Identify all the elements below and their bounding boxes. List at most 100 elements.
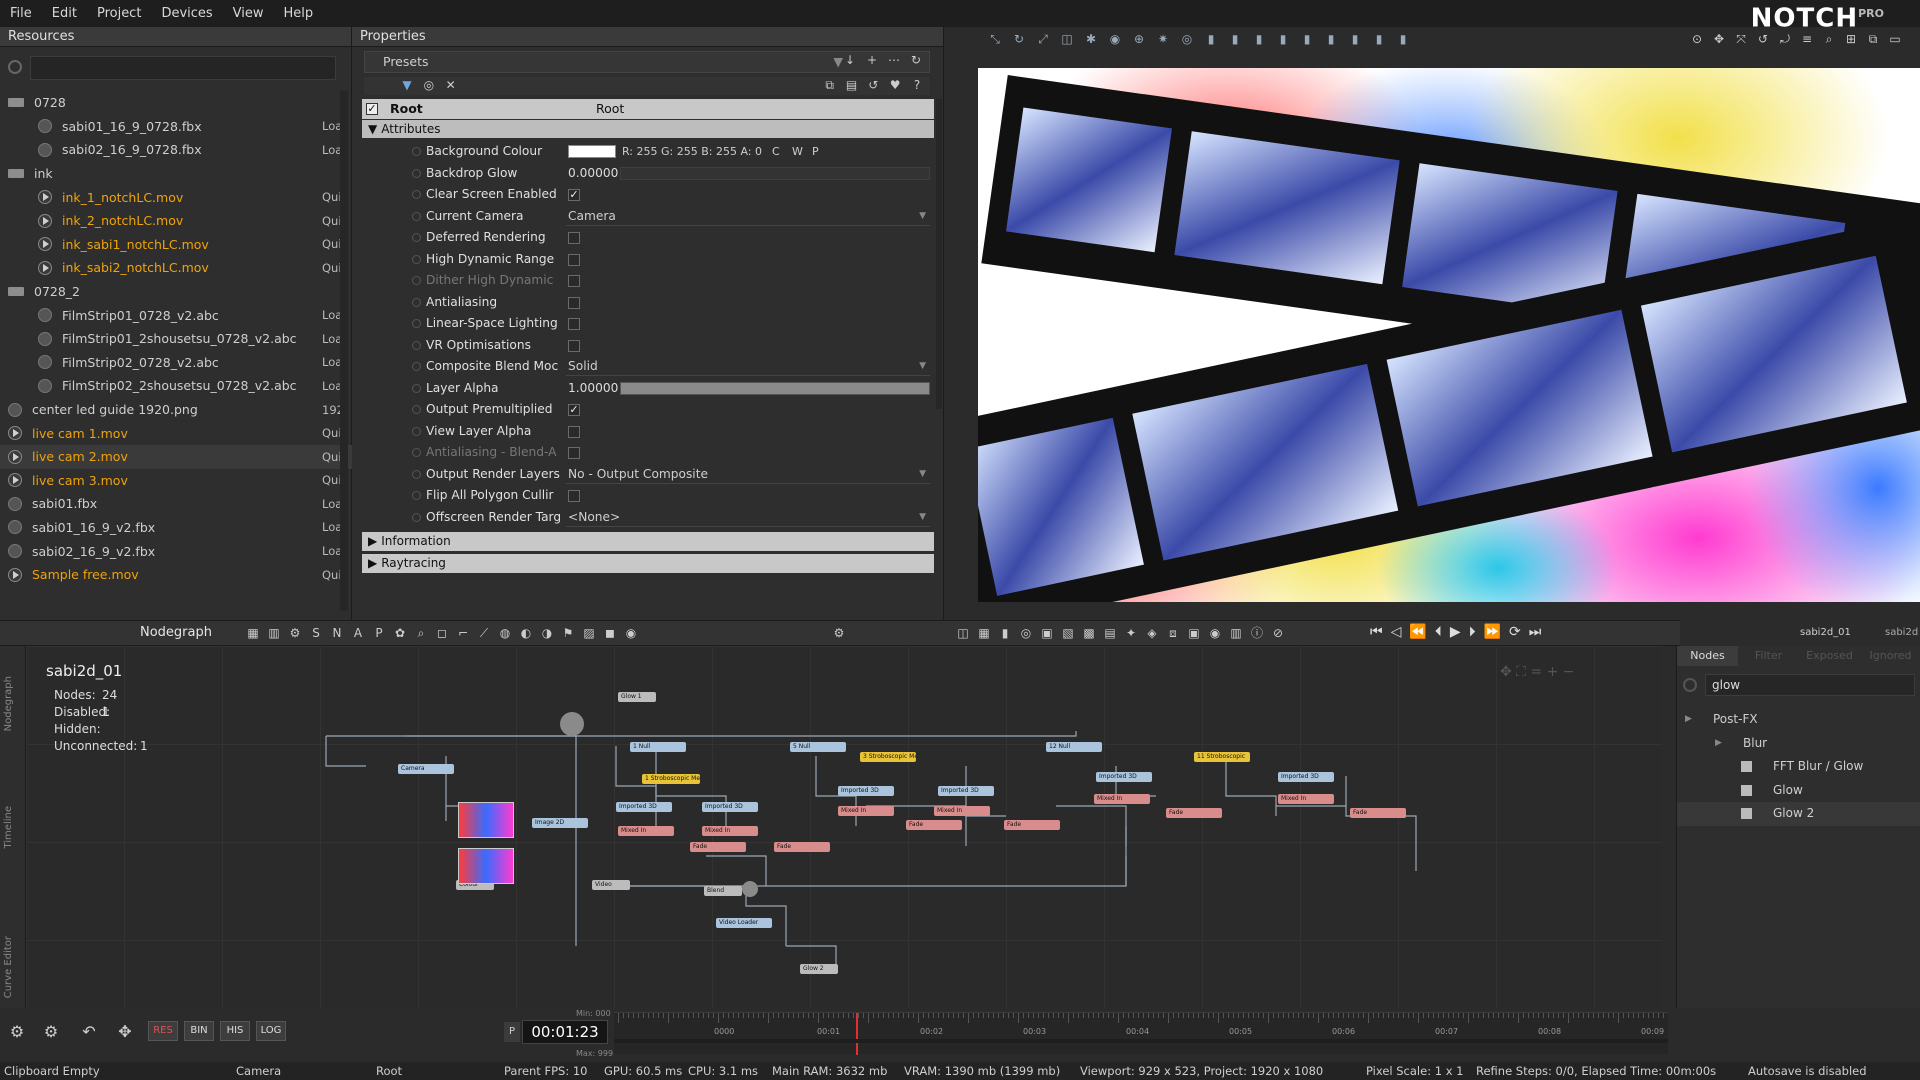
property-checkbox[interactable] [568, 425, 580, 438]
nodegraph-canvas[interactable]: sabi2d_01 Nodes: 24 Disabled: 1 Hidden: Uncon… [26, 646, 1662, 1008]
property-slider-track[interactable] [620, 381, 930, 395]
resource-item[interactable]: FilmStrip01_2shousetsu_0728_v2.abc Loa [0, 327, 352, 351]
keyframe-dot-icon[interactable] [412, 383, 421, 393]
property-dropdown[interactable]: Solid ▼ [566, 358, 930, 376]
render-tool-icon[interactable]: ▦ [975, 625, 993, 641]
viewport-tool-icon[interactable]: ▮ [1250, 31, 1268, 47]
nodegraph-tool-icon[interactable]: ◐ [517, 625, 535, 641]
resource-item[interactable]: sabi01_16_9_0728.fbx Loa [0, 115, 352, 139]
node-g2[interactable]: Video [592, 880, 630, 890]
viewport-tool-icon[interactable]: ◫ [1058, 31, 1076, 47]
resource-item[interactable]: ink_1_notchLC.mov Qui [0, 185, 352, 209]
viewport-tool-icon[interactable]: ◎ [1178, 31, 1196, 47]
keyframe-dot-icon[interactable] [412, 491, 421, 500]
keyframe-dot-icon[interactable] [412, 405, 421, 414]
nodegraph-tool-icon[interactable]: S [307, 625, 325, 641]
node-p6[interactable]: Mixed In [934, 806, 990, 816]
node-y2[interactable]: 3 Stroboscopic Med [860, 752, 916, 762]
property-checkbox[interactable]: ✓ [568, 404, 580, 416]
camera-tool-icon[interactable]: ↺ [1754, 31, 1772, 47]
property-number-field[interactable]: 1.00000 [568, 378, 618, 399]
property-slider-track[interactable] [620, 166, 930, 180]
render-tool-icon[interactable]: ▧ [1059, 625, 1077, 641]
nodegraph-tool-icon[interactable]: ◻ [433, 625, 451, 641]
property-checkbox[interactable] [568, 296, 580, 309]
menu-file[interactable]: File [0, 0, 42, 27]
viewport-tool-icon[interactable]: ⊕ [1130, 31, 1148, 47]
nodegraph-tool-icon[interactable]: ▨ [580, 625, 598, 641]
render-tool-icon[interactable]: ◈ [1143, 625, 1161, 641]
property-checkbox[interactable] [568, 339, 580, 352]
nodegraph-tool-icon[interactable]: ◑ [538, 625, 556, 641]
camera-tool-icon[interactable]: ⤧ [1732, 31, 1750, 47]
viewport-tool-icon[interactable]: ▮ [1202, 31, 1220, 47]
node-p12[interactable]: Fade [1350, 808, 1406, 818]
node-n2[interactable]: 5 Null [790, 742, 846, 752]
resource-item[interactable]: 0728_2 [0, 280, 352, 304]
camera-tool-icon[interactable]: ⊞ [1842, 31, 1860, 47]
nodegraph-tool-icon[interactable]: ▥ [265, 625, 283, 641]
nodes-tab-exposed[interactable]: Exposed [1799, 646, 1860, 666]
viewport-tool-icon[interactable]: ▮ [1346, 31, 1364, 47]
resource-item[interactable]: ink_2_notchLC.mov Qui [0, 209, 352, 233]
rewind-icon[interactable]: ⏪ [1409, 624, 1426, 640]
colour-swatch[interactable] [568, 145, 616, 158]
resources-scrollbar[interactable] [340, 91, 348, 611]
node-b4[interactable]: Imported 3D [938, 786, 994, 796]
property-checkbox[interactable] [568, 447, 580, 459]
resource-item[interactable]: sabi01_16_9_v2.fbx Loa [0, 516, 352, 540]
node-p9[interactable]: Mixed In [1094, 794, 1150, 804]
node-camera[interactable]: Camera [398, 764, 454, 774]
property-dropdown[interactable]: <None> ▼ [566, 509, 930, 527]
target-icon[interactable]: ◎ [420, 77, 438, 93]
play-icon[interactable]: ▶ [1450, 624, 1461, 640]
undo-icon[interactable]: ↶ [80, 1024, 98, 1040]
resource-item[interactable]: sabi01.fbx Loa [0, 492, 352, 516]
menu-view[interactable]: View [223, 0, 274, 27]
keyframe-dot-icon[interactable] [412, 426, 421, 436]
keyframe-dot-icon[interactable] [412, 211, 421, 221]
nodes-tree-item[interactable]: FFT Blur / Glow [1677, 755, 1920, 779]
colour-mode-button[interactable]: C [772, 141, 780, 162]
node-b6[interactable]: Imported 3D [1278, 772, 1334, 782]
settings-icon[interactable]: ⚙ [830, 625, 848, 641]
copy-icon[interactable]: ⧉ [821, 77, 839, 93]
keyframe-dot-icon[interactable] [412, 319, 421, 328]
more-icon[interactable]: ⋯ [885, 52, 903, 68]
root-node-row[interactable]: ✓ Root Root [362, 99, 934, 119]
render-tool-icon[interactable]: ✦ [1122, 625, 1140, 641]
node-p7[interactable]: Fade [906, 820, 962, 830]
node-g3[interactable]: Blend [704, 886, 742, 896]
nodegraph-tool-icon[interactable]: ✿ [391, 625, 409, 641]
bottom-his-button[interactable]: HIS [220, 1021, 250, 1041]
node-p11[interactable]: Mixed In [1278, 794, 1334, 804]
keyframe-dot-icon[interactable] [412, 233, 421, 242]
download-icon[interactable]: ↓ [841, 52, 859, 68]
render-tool-icon[interactable]: ▤ [1101, 625, 1119, 641]
keyframe-dot-icon[interactable] [412, 512, 421, 522]
colour-mode-button[interactable]: W [792, 141, 803, 162]
step-forward-icon[interactable]: ⏵ [1469, 624, 1476, 640]
node-top[interactable]: Glow 1 [618, 692, 656, 702]
side-tab-nodegraph[interactable]: Nodegraph [3, 676, 14, 731]
keyframe-dot-icon[interactable] [412, 297, 421, 307]
colour-mode-button[interactable]: P [812, 141, 819, 162]
nodes-tab-nodes[interactable]: Nodes [1677, 646, 1738, 666]
bottom-res-button[interactable]: RES [148, 1021, 178, 1041]
filter-icon[interactable]: ▼ [398, 77, 416, 93]
video-thumbnail-1[interactable] [458, 802, 514, 838]
section-information[interactable]: ▶ Information [362, 532, 934, 551]
timecode-box[interactable]: 00:01:23 [522, 1020, 608, 1044]
resource-item[interactable]: center led guide 1920.png 192 [0, 398, 352, 422]
section-raytracing[interactable]: ▶ Raytracing [362, 554, 934, 573]
node-image[interactable]: Image 2D [532, 818, 588, 828]
viewport-tool-icon[interactable]: ▮ [1322, 31, 1340, 47]
render-viewport[interactable] [978, 68, 1920, 602]
keyframe-dot-icon[interactable] [412, 448, 421, 457]
node-y3[interactable]: 11 Stroboscopic [1194, 752, 1250, 762]
camera-tool-icon[interactable]: ⤾ [1776, 31, 1794, 47]
camera-tool-icon[interactable]: ⧉ [1864, 31, 1882, 47]
viewport-tool-icon[interactable]: ▮ [1298, 31, 1316, 47]
property-number-field[interactable]: 0.00000 [568, 163, 618, 184]
resource-item[interactable]: ink [0, 162, 352, 186]
